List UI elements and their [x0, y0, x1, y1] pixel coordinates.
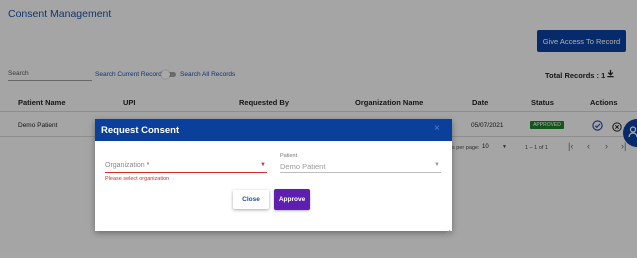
- resize-handle-icon[interactable]: [444, 223, 451, 236]
- dialog-title: Request Consent: [101, 125, 180, 136]
- organization-field-underline: [105, 172, 267, 173]
- organization-label: Organization: [105, 162, 145, 169]
- organization-error-message: Please select organization: [105, 176, 170, 182]
- patient-select[interactable]: Demo Patient: [280, 162, 325, 171]
- patient-dropdown-arrow-icon[interactable]: ▼: [434, 162, 440, 168]
- approve-button[interactable]: Approve: [274, 189, 310, 210]
- dialog-header: Request Consent ×: [95, 119, 452, 141]
- request-consent-dialog: Request Consent × Organization * ▼ Pleas…: [95, 119, 452, 236]
- patient-label: Patient: [280, 153, 298, 159]
- patient-field-underline: [280, 172, 441, 173]
- organization-field[interactable]: Organization *: [105, 162, 149, 169]
- close-button[interactable]: Close: [233, 190, 269, 209]
- organization-dropdown-arrow-icon[interactable]: ▼: [260, 162, 266, 168]
- required-indicator: *: [146, 162, 150, 169]
- close-icon[interactable]: ×: [434, 123, 440, 134]
